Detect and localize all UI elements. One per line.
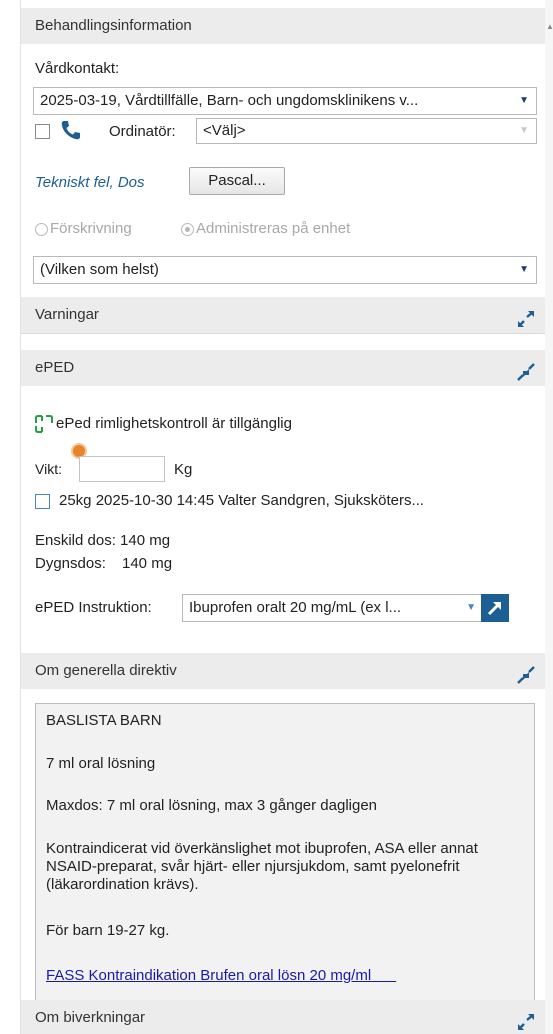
chevron-down-icon: ▼ — [519, 95, 529, 106]
vikt-unit: Kg — [174, 461, 193, 478]
collapse-icon[interactable] — [516, 662, 536, 684]
section-header-behandlingsinformation: Behandlingsinformation — [21, 8, 546, 44]
weight-entry-checkbox[interactable] — [35, 494, 50, 509]
section-title: ePED — [35, 359, 75, 376]
radio-administreras[interactable] — [181, 223, 194, 236]
section-title: Om biverkningar — [35, 1009, 146, 1026]
radio-forskrivning[interactable] — [35, 223, 48, 236]
chevron-down-icon: ▼ — [466, 602, 476, 613]
section-title: Varningar — [35, 306, 99, 323]
chevron-down-icon: ▼ — [519, 264, 529, 275]
vikt-input[interactable] — [79, 456, 165, 482]
direktiv-line: Maxdos: 7 ml oral lösning, max 3 gånger … — [46, 797, 378, 814]
expand-icon[interactable] — [516, 1009, 536, 1030]
ordinator-value: <Välj> — [203, 122, 246, 139]
scrollbar[interactable] — [545, 0, 553, 1034]
section-header-eped[interactable]: ePED — [21, 350, 546, 386]
phone-icon — [59, 119, 81, 141]
eped-icon — [35, 415, 53, 433]
enhet-value: (Vilken som helst) — [40, 261, 159, 278]
section-header-generella-direktiv[interactable]: Om generella direktiv — [21, 653, 546, 689]
eped-rimlighet-text: ePed rimlighetskontroll är tillgänglig — [56, 415, 292, 432]
fass-link[interactable]: FASS Kontraindikation Brufen oral lösn 2… — [46, 967, 396, 984]
vardkontakt-select[interactable]: 2025-03-19, Vårdtillfälle, Barn- och ung… — [33, 87, 537, 115]
eped-instruktion-select[interactable]: Ibuprofen oralt 20 mg/mL (ex l... ▼ — [182, 594, 484, 622]
section-header-varningar[interactable]: Varningar — [21, 297, 546, 333]
weight-entry-text: 25kg 2025-10-30 14:45 Valter Sandgren, S… — [59, 492, 424, 509]
direktiv-line: För barn 19-27 kg. — [46, 922, 170, 939]
section-header-biverkningar[interactable]: Om biverkningar — [21, 1000, 546, 1034]
vardkontakt-value: 2025-03-19, Vårdtillfälle, Barn- och ung… — [40, 92, 419, 109]
collapse-icon[interactable] — [516, 359, 536, 381]
radio-forskrivning-label: Förskrivning — [50, 220, 132, 237]
direktiv-textbox: BASLISTA BARN 7 ml oral lösning Maxdos: … — [35, 703, 535, 1033]
expand-icon[interactable] — [516, 306, 536, 327]
enhet-select[interactable]: (Vilken som helst) ▼ — [33, 256, 537, 284]
medication-panel: Behandlingsinformation Vårdkontakt: 2025… — [20, 0, 547, 1034]
pascal-button[interactable]: Pascal... — [189, 167, 285, 195]
scroll-up-icon[interactable]: ▲ — [546, 22, 553, 31]
enskild-dos: Enskild dos: 140 mg — [35, 532, 171, 549]
chevron-down-icon: ▼ — [519, 125, 529, 136]
phone-checkbox[interactable] — [35, 124, 50, 139]
ordinator-select[interactable]: <Välj> ▼ — [196, 118, 537, 144]
open-external-icon — [487, 602, 501, 616]
direktiv-kontraindikation: Kontraindicerat vid överkänslighet mot i… — [46, 840, 478, 893]
direktiv-line: 7 ml oral lösning — [46, 755, 156, 772]
tekniskt-fel-link[interactable]: Tekniskt fel, Dos — [35, 174, 145, 191]
ordinator-label: Ordinatör: — [109, 123, 176, 140]
vikt-label: Vikt: — [35, 461, 62, 477]
eped-instruktion-value: Ibuprofen oralt 20 mg/mL (ex l... — [189, 599, 402, 616]
direktiv-line: BASLISTA BARN — [46, 712, 162, 729]
radio-administreras-label: Administreras på enhet — [196, 220, 351, 237]
vardkontakt-label: Vårdkontakt: — [35, 60, 120, 77]
eped-instruktion-label: ePED Instruktion: — [35, 599, 152, 616]
dygnsdos-label: Dygnsdos: — [35, 555, 106, 572]
section-title: Behandlingsinformation — [35, 17, 192, 34]
dygnsdos-value: 140 mg — [122, 555, 173, 572]
open-external-button[interactable] — [481, 594, 509, 622]
section-title: Om generella direktiv — [35, 662, 177, 679]
